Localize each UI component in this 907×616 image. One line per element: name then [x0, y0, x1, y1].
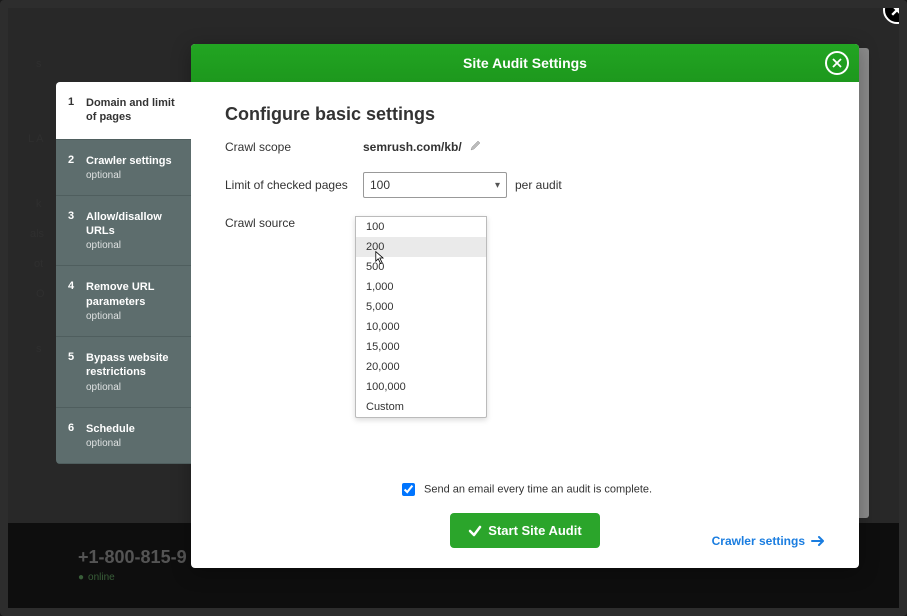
dropdown-option[interactable]: 20,000 [356, 357, 486, 377]
email-checkbox-label: Send an email every time an audit is com… [424, 483, 652, 495]
dropdown-option[interactable]: 10,000 [356, 317, 486, 337]
wizard-step-1[interactable]: 1 Domain and limit of pages [56, 82, 191, 140]
dropdown-option[interactable]: 15,000 [356, 337, 486, 357]
dropdown-option[interactable]: 200 [356, 237, 486, 257]
dropdown-option[interactable]: 500 [356, 257, 486, 277]
step-label: Schedule [86, 423, 135, 435]
next-link-label: Crawler settings [712, 534, 805, 548]
modal-body: Configure basic settings Crawl scope sem… [191, 82, 859, 568]
dropdown-option[interactable]: Custom [356, 397, 486, 417]
limit-label: Limit of checked pages [225, 178, 355, 192]
crawl-source-label: Crawl source [225, 216, 355, 230]
step-label: Remove URL parameters [86, 281, 154, 307]
step-label: Allow/disallow URLs [86, 211, 162, 237]
site-audit-settings-modal: 1Domain and limit of pages2Crawler setti… [191, 44, 859, 568]
modal-footer: Send an email every time an audit is com… [191, 480, 859, 548]
optional-label: optional [86, 240, 181, 251]
modal-title: Site Audit Settings [463, 55, 587, 71]
step-label: Domain and limit of pages [86, 97, 175, 123]
wizard-step-2[interactable]: 2 Crawler settings optional [56, 140, 191, 196]
dropdown-option[interactable]: 5,000 [356, 297, 486, 317]
limit-select[interactable]: 100 ▾ [363, 172, 507, 198]
start-site-audit-button[interactable]: Start Site Audit [450, 513, 599, 548]
start-button-label: Start Site Audit [488, 523, 581, 538]
optional-label: optional [86, 170, 172, 181]
chevron-down-icon: ▾ [495, 180, 500, 191]
arrow-right-icon [811, 536, 825, 546]
limit-row: Limit of checked pages 100 ▾ per audit [225, 172, 825, 198]
step-number: 1 [68, 96, 76, 108]
wizard-step-5[interactable]: 5 Bypass website restrictions optional [56, 337, 191, 408]
per-audit-label: per audit [515, 178, 562, 192]
crawl-scope-row: Crawl scope semrush.com/kb/ [225, 139, 825, 154]
step-number: 3 [68, 210, 76, 222]
optional-label: optional [86, 382, 181, 393]
dropdown-option[interactable]: 1,000 [356, 277, 486, 297]
limit-selected-value: 100 [370, 178, 390, 192]
wizard-step-4[interactable]: 4 Remove URL parameters optional [56, 266, 191, 337]
page-title: Configure basic settings [225, 104, 825, 125]
optional-label: optional [86, 438, 135, 449]
dropdown-option[interactable]: 100 [356, 217, 486, 237]
limit-dropdown[interactable]: 1002005001,0005,00010,00015,00020,000100… [355, 216, 487, 418]
modal-header: Site Audit Settings [191, 44, 859, 82]
wizard-step-3[interactable]: 3 Allow/disallow URLs optional [56, 196, 191, 267]
close-icon[interactable] [825, 51, 849, 75]
crawl-source-row: Crawl source [225, 216, 825, 230]
check-icon [468, 524, 482, 538]
crawl-scope-value: semrush.com/kb/ [363, 140, 462, 154]
dropdown-option[interactable]: 100,000 [356, 377, 486, 397]
step-number: 5 [68, 351, 76, 363]
pencil-icon[interactable] [470, 139, 482, 154]
step-number: 6 [68, 422, 76, 434]
optional-label: optional [86, 311, 181, 322]
wizard-sidebar: 1 Domain and limit of pages 2 Crawler setti… [56, 82, 191, 464]
step-label: Bypass website restrictions [86, 352, 169, 378]
step-number: 2 [68, 154, 76, 166]
wizard-step-6[interactable]: 6 Schedule optional [56, 408, 191, 464]
email-checkbox[interactable] [402, 483, 415, 496]
step-label: Crawler settings [86, 155, 172, 167]
crawl-scope-label: Crawl scope [225, 140, 355, 154]
step-number: 4 [68, 280, 76, 292]
crawler-settings-link[interactable]: Crawler settings [712, 534, 825, 548]
